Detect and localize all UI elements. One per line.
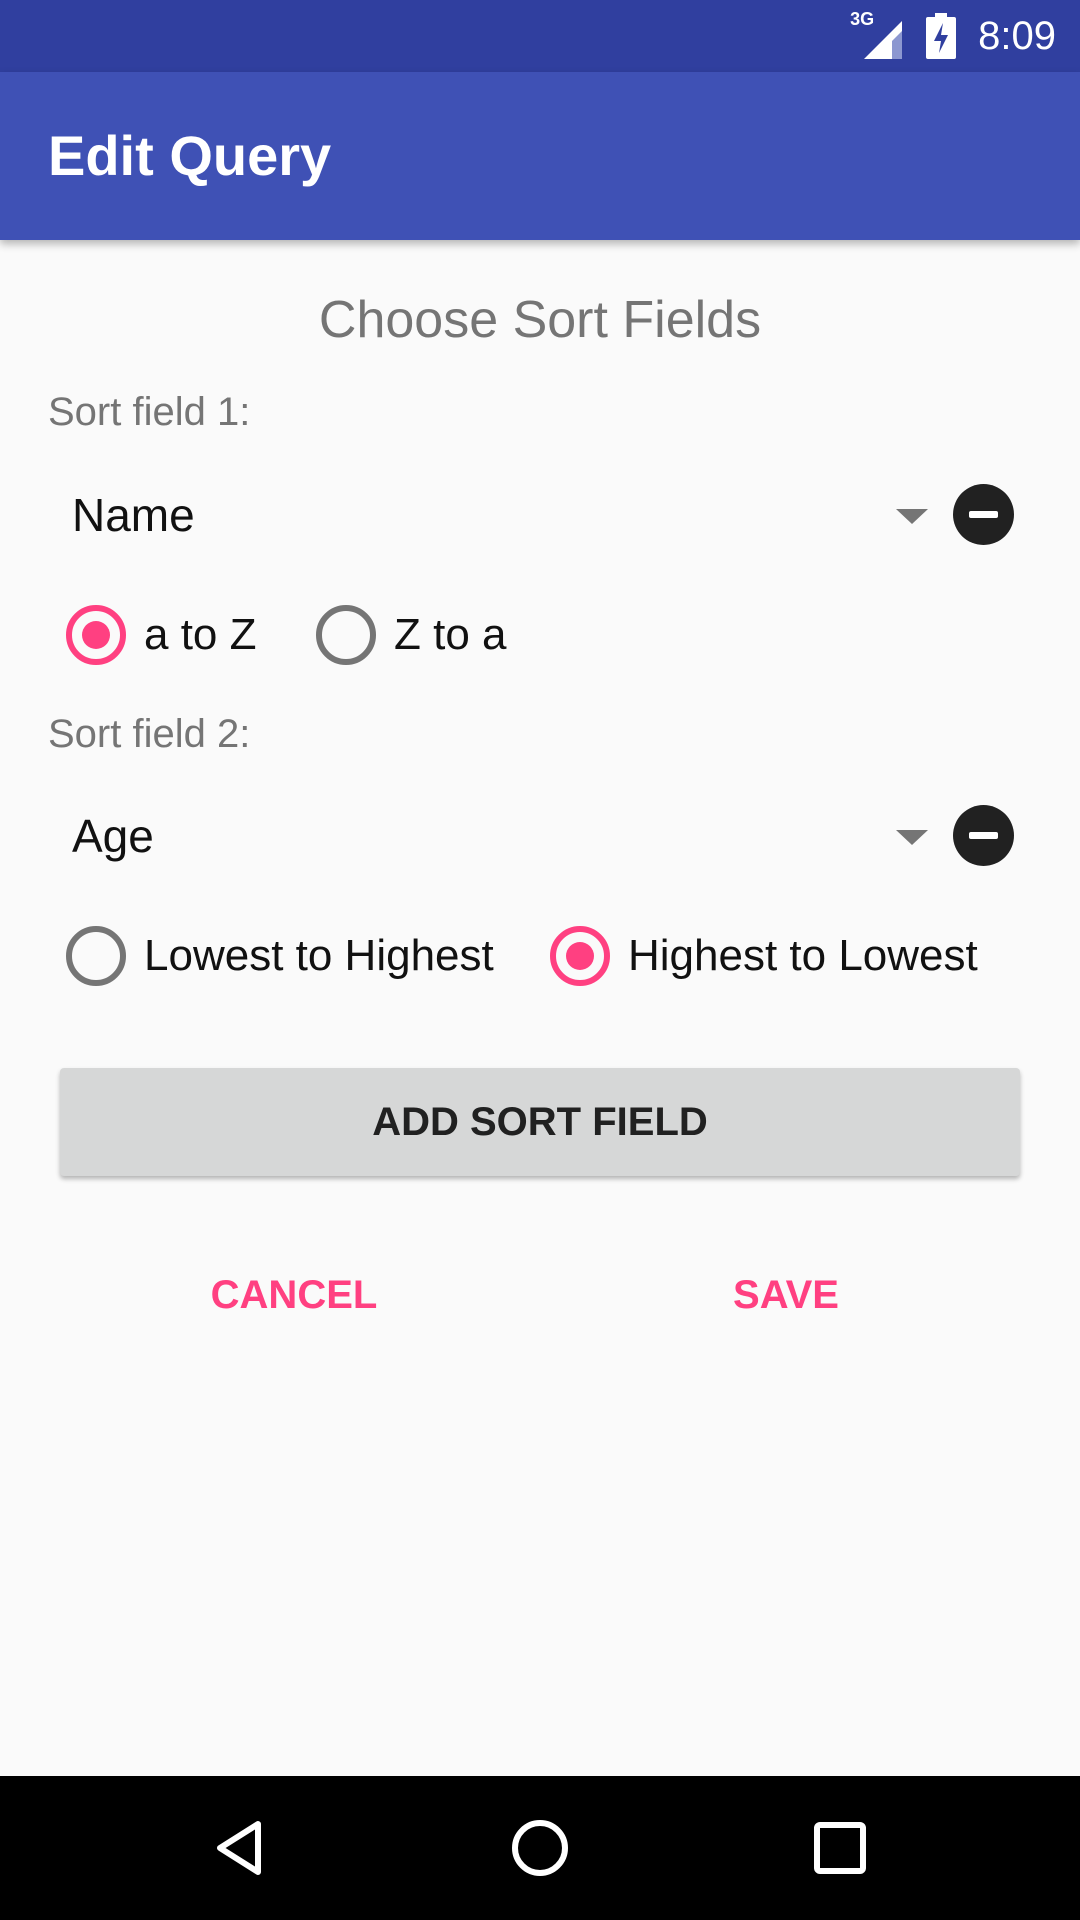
remove-sort-field-1-button[interactable] <box>953 484 1014 545</box>
sort-field-1-dropdown[interactable]: Name <box>48 455 928 575</box>
cancel-button[interactable]: CANCEL <box>194 1255 394 1335</box>
add-sort-field-button[interactable]: ADD SORT FIELD <box>60 1068 1020 1176</box>
signal-icon: 3G <box>850 9 904 59</box>
back-icon[interactable] <box>210 1818 270 1878</box>
sort-field-2-label: Sort field 2: <box>48 712 251 756</box>
sort-field-2-asc-radio[interactable]: Lowest to Highest <box>66 916 494 996</box>
minus-icon <box>969 511 998 518</box>
radio-unchecked-icon <box>316 605 376 665</box>
radio-label: Lowest to Highest <box>144 931 494 980</box>
status-bar: 3G 8:09 <box>0 0 1080 72</box>
remove-sort-field-2-button[interactable] <box>953 805 1014 866</box>
radio-label: Highest to Lowest <box>628 931 978 980</box>
radio-checked-icon <box>66 605 126 665</box>
section-heading: Choose Sort Fields <box>318 291 762 349</box>
network-type-label: 3G <box>850 9 875 29</box>
sort-field-1-desc-radio[interactable]: Z to a <box>316 595 507 675</box>
sort-field-2-value: Age <box>72 810 154 862</box>
radio-unchecked-icon <box>66 926 126 986</box>
sort-field-1-asc-radio[interactable]: a to Z <box>66 595 257 675</box>
sort-field-1-value: Name <box>72 489 195 541</box>
recents-icon[interactable] <box>810 1818 870 1878</box>
radio-label: Z to a <box>394 610 507 659</box>
minus-icon <box>969 832 998 839</box>
sort-field-1-label: Sort field 1: <box>48 390 251 434</box>
save-button[interactable]: SAVE <box>686 1255 886 1335</box>
page-title: Edit Query <box>48 124 332 187</box>
radio-label: a to Z <box>144 610 257 659</box>
dropdown-arrow-icon <box>896 509 928 524</box>
home-icon[interactable] <box>510 1818 570 1878</box>
sort-field-2-desc-radio[interactable]: Highest to Lowest <box>550 916 978 996</box>
dropdown-arrow-icon <box>896 830 928 845</box>
battery-icon <box>926 13 957 59</box>
status-icons: 3G 8:09 <box>850 0 1056 72</box>
navigation-bar <box>0 1776 1080 1920</box>
app-bar: Edit Query <box>0 72 1080 240</box>
radio-checked-icon <box>550 926 610 986</box>
sort-field-2-dropdown[interactable]: Age <box>48 776 928 896</box>
clock: 8:09 <box>978 13 1056 58</box>
